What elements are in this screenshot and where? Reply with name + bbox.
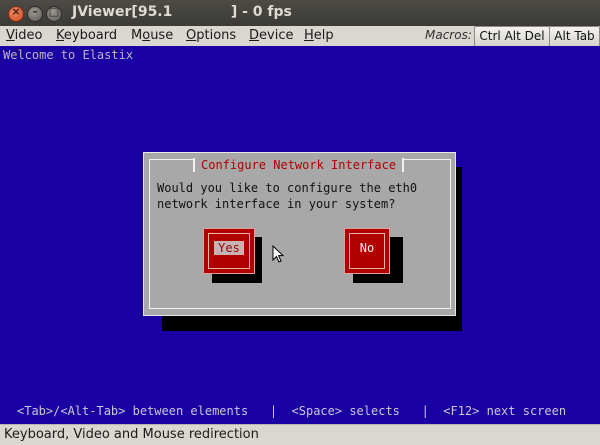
yes-button[interactable]: Yes [203, 228, 255, 274]
status-text: Keyboard, Video and Mouse redirection [4, 427, 259, 442]
dialog-message: Would you like to configure the eth0 netw… [157, 180, 417, 212]
no-button[interactable]: No [344, 228, 390, 274]
dialog-message-line-1: Would you like to configure the eth0 [157, 181, 418, 195]
no-button-label: No [359, 241, 375, 255]
minimize-icon: – [32, 5, 38, 18]
window-title: JViewer[95.1 ] - 0 fps [72, 4, 292, 20]
status-bar: Keyboard, Video and Mouse redirection [0, 424, 600, 445]
menu-help[interactable]: Help [304, 28, 334, 43]
menu-keyboard[interactable]: Keyboard [56, 28, 117, 43]
dialog-message-line-2: network interface in your system? [157, 197, 396, 211]
yes-button-label-wrap: Yes [204, 241, 254, 255]
alt-tab-button[interactable]: Alt Tab [549, 26, 600, 47]
configure-network-dialog: Configure Network Interface Would you li… [143, 152, 456, 316]
welcome-text: Welcome to Elastix [3, 48, 134, 62]
yes-button-label: Yes [214, 241, 244, 255]
no-button-label-wrap: No [345, 241, 389, 255]
menu-video[interactable]: Video [6, 28, 42, 43]
menu-mouse[interactable]: Mouse [131, 28, 173, 43]
close-window-button[interactable]: × [8, 5, 24, 22]
close-icon: × [11, 5, 21, 18]
mouse-pointer-icon [272, 245, 284, 263]
minimize-window-button[interactable]: – [27, 5, 43, 22]
title-bar[interactable]: × – □ JViewer[95.1 ] - 0 fps [0, 0, 600, 26]
ctrl-alt-del-button[interactable]: Ctrl Alt Del [474, 26, 550, 47]
jviewer-window: × – □ JViewer[95.1 ] - 0 fps Video Keybo… [0, 0, 600, 445]
macros-label: Macros: [425, 28, 472, 42]
menu-device[interactable]: Device [249, 28, 293, 43]
remote-console-screen[interactable]: Welcome to Elastix Configure Network Int… [0, 46, 600, 424]
menu-options[interactable]: Options [186, 28, 236, 43]
keyboard-hint-line: <Tab>/<Alt-Tab> between elements | <Spac… [17, 404, 567, 418]
maximize-icon: □ [48, 5, 60, 18]
maximize-window-button[interactable]: □ [46, 5, 62, 22]
dialog-title: Configure Network Interface [193, 158, 405, 172]
